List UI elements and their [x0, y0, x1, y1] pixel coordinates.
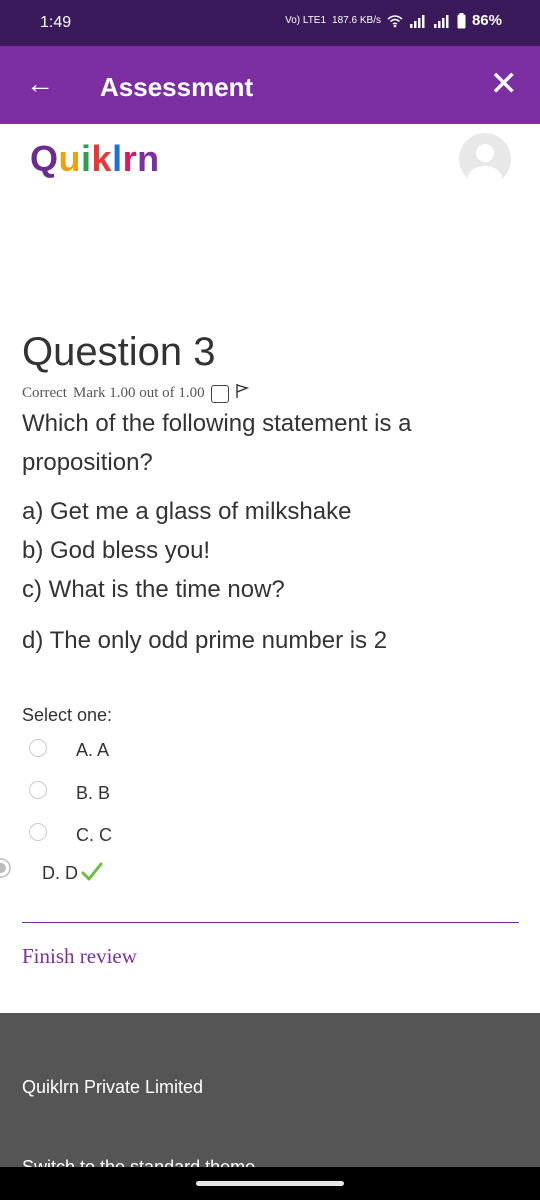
status-time: 1:49 — [40, 14, 72, 31]
arrow-left-icon[interactable]: ← — [26, 68, 54, 100]
footer: Quiklrn Private Limited Switch to the st… — [0, 1013, 540, 1167]
home-gesture-bar[interactable] — [196, 1181, 344, 1186]
question-option: c) What is the time now? — [22, 576, 285, 603]
logo-letter: u — [58, 138, 82, 179]
finish-review-link[interactable]: Finish review — [22, 944, 137, 969]
question-option: d) The only odd prime number is 2 — [22, 627, 388, 654]
logo-letter: i — [81, 138, 92, 179]
radio-option-b[interactable] — [29, 781, 47, 799]
app-bar: ← Assessment ✕ — [0, 46, 540, 124]
wifi-icon — [387, 14, 403, 27]
speed-label: 187.6 KB/s — [332, 15, 381, 26]
select-one-label: Select one: — [22, 705, 113, 725]
question-option: a) Get me a glass of milkshake — [22, 498, 352, 525]
status-bar: 1:49 Vo) LTE1 187.6 KB/s 86% — [0, 0, 540, 46]
user-avatar-icon[interactable] — [459, 133, 511, 185]
radio-option-c[interactable] — [29, 823, 47, 841]
quiklrn-logo: Quiklrn — [30, 138, 160, 180]
question-text: Which of the following statement is a pr… — [22, 410, 412, 476]
flag-icon[interactable] — [235, 383, 249, 404]
status-indicators: Vo) LTE1 187.6 KB/s 86% — [285, 12, 502, 29]
logo-letter: l — [112, 138, 123, 179]
network-label: Vo) LTE1 — [285, 15, 327, 26]
logo-letter: r — [122, 138, 138, 179]
flag-checkbox[interactable] — [210, 384, 229, 403]
checkmark-icon — [80, 860, 104, 889]
question-meta: Correct Mark 1.00 out of 1.00 — [22, 383, 249, 404]
question-mark: Mark 1.00 out of 1.00 — [72, 385, 205, 401]
system-nav-bar — [0, 1167, 540, 1200]
radio-option-d[interactable] — [0, 858, 12, 878]
signal-icon — [409, 14, 425, 28]
question-status: Correct — [22, 385, 67, 401]
signal-icon — [433, 14, 449, 28]
company-name: Quiklrn Private Limited — [22, 1077, 204, 1097]
close-icon[interactable]: ✕ — [490, 64, 519, 104]
question-title: Question 3 — [22, 330, 216, 374]
divider — [22, 922, 519, 923]
choice-label-b: B. B — [76, 783, 111, 803]
logo-letter: Q — [30, 138, 59, 179]
logo-letter: k — [91, 138, 113, 179]
choice-label-d: D. D — [42, 863, 78, 883]
switch-theme-link[interactable]: Switch to the standard theme — [22, 1157, 255, 1167]
logo-letter: n — [137, 138, 160, 179]
battery-icon — [457, 12, 466, 28]
choice-label-c: C. C — [76, 825, 112, 845]
radio-option-a[interactable] — [29, 739, 47, 757]
battery-label: 86% — [471, 12, 502, 29]
page-title: Assessment — [100, 72, 254, 102]
choice-label-a: A. A — [76, 740, 110, 760]
question-option: b) God bless you! — [22, 537, 211, 564]
